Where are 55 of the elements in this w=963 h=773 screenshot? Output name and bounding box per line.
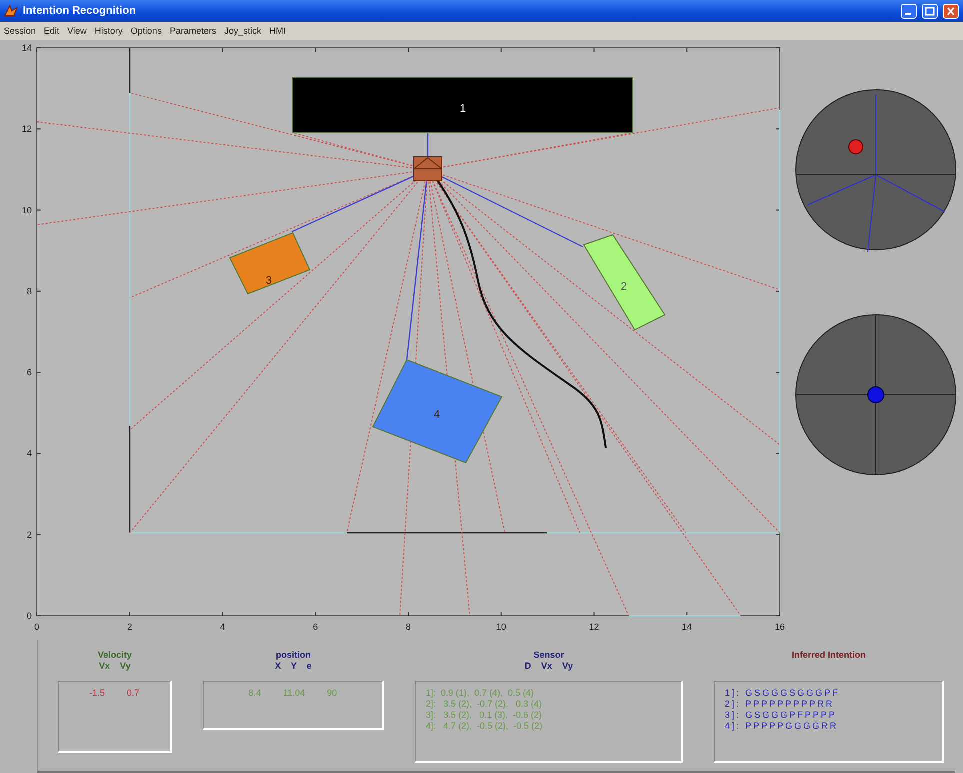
close-icon[interactable] bbox=[943, 4, 959, 18]
x-tick-label: 6 bbox=[313, 622, 318, 632]
menu-item[interactable]: HMI bbox=[270, 26, 286, 36]
sensor-reading: 1]: 0.9 (1), 0.7 (4), 0.5 (4) bbox=[426, 688, 536, 699]
obstacle-label: 1 bbox=[460, 103, 466, 115]
velocity-value: 0.7 bbox=[127, 688, 140, 699]
intention-sequence: 4]: PPPPPGGGGRR bbox=[725, 721, 840, 732]
menu-item[interactable]: Options bbox=[130, 26, 162, 36]
column-labels: X Y e bbox=[275, 661, 312, 672]
intention-sequence: 1]: GSGGGSGGGPF bbox=[725, 688, 842, 699]
y-tick-label: 12 bbox=[22, 124, 32, 134]
menu-item[interactable]: Parameters bbox=[170, 26, 216, 36]
column-labels: D Vx Vy bbox=[524, 661, 574, 672]
window-title: Intention Recognition bbox=[23, 5, 136, 17]
velocity-value: -1.5 bbox=[89, 688, 105, 699]
app-icon bbox=[4, 4, 18, 18]
readout-title: Sensor bbox=[532, 650, 566, 661]
x-tick-label: 14 bbox=[682, 622, 692, 632]
x-tick-label: 2 bbox=[127, 622, 132, 632]
menu-item[interactable]: Session bbox=[4, 26, 36, 36]
y-tick-label: 2 bbox=[26, 530, 32, 540]
x-tick-label: 12 bbox=[589, 622, 600, 632]
menu-item[interactable]: Joy_stick bbox=[224, 26, 262, 36]
intention-sequence: 3]: GSGGGPFPPPP bbox=[725, 710, 838, 721]
menu-item[interactable]: Edit bbox=[44, 26, 60, 36]
readout-title: Inferred Intention bbox=[792, 650, 866, 661]
x-tick-label: 4 bbox=[220, 622, 226, 632]
robot-marker bbox=[414, 156, 442, 182]
intention-sequence: 2]: PPPPPPPPPRR bbox=[725, 699, 836, 710]
menu-item[interactable]: History bbox=[94, 26, 123, 36]
minimize-icon[interactable] bbox=[901, 4, 917, 18]
x-tick-label: 16 bbox=[775, 622, 785, 632]
y-tick-label: 10 bbox=[22, 205, 32, 216]
readout-title: Velocity bbox=[98, 650, 132, 661]
position-value: 8.4 bbox=[248, 688, 262, 699]
y-tick-label: 14 bbox=[22, 43, 32, 53]
position-value: 11.04 bbox=[283, 688, 306, 699]
y-tick-label: 0 bbox=[26, 611, 32, 621]
y-tick-label: 6 bbox=[26, 368, 32, 378]
menu-item[interactable]: View bbox=[68, 26, 87, 36]
sensor-reading: 3]: 3.5 (2), 0.1 (3), -0.6 (2) bbox=[426, 710, 544, 721]
maximize-icon[interactable] bbox=[922, 4, 938, 18]
obstacle-label: 4 bbox=[434, 409, 440, 421]
position-value: 90 bbox=[327, 688, 338, 699]
sensor-reading: 2]: 3.5 (2), -0.7 (2), 0.3 (4) bbox=[426, 699, 544, 710]
obstacle-label: 3 bbox=[266, 275, 272, 287]
x-tick-label: 8 bbox=[406, 622, 411, 632]
y-tick-label: 8 bbox=[26, 286, 32, 296]
y-tick-label: 4 bbox=[26, 448, 32, 459]
column-labels: Vx Vy bbox=[98, 661, 132, 672]
x-tick-label: 0 bbox=[34, 622, 40, 632]
obstacle-label: 2 bbox=[620, 281, 628, 293]
readout-title: position bbox=[275, 650, 312, 661]
x-tick-label: 10 bbox=[496, 622, 506, 632]
sensor-reading: 4]: 4.7 (2), -0.5 (2), -0.5 (2) bbox=[426, 721, 544, 732]
